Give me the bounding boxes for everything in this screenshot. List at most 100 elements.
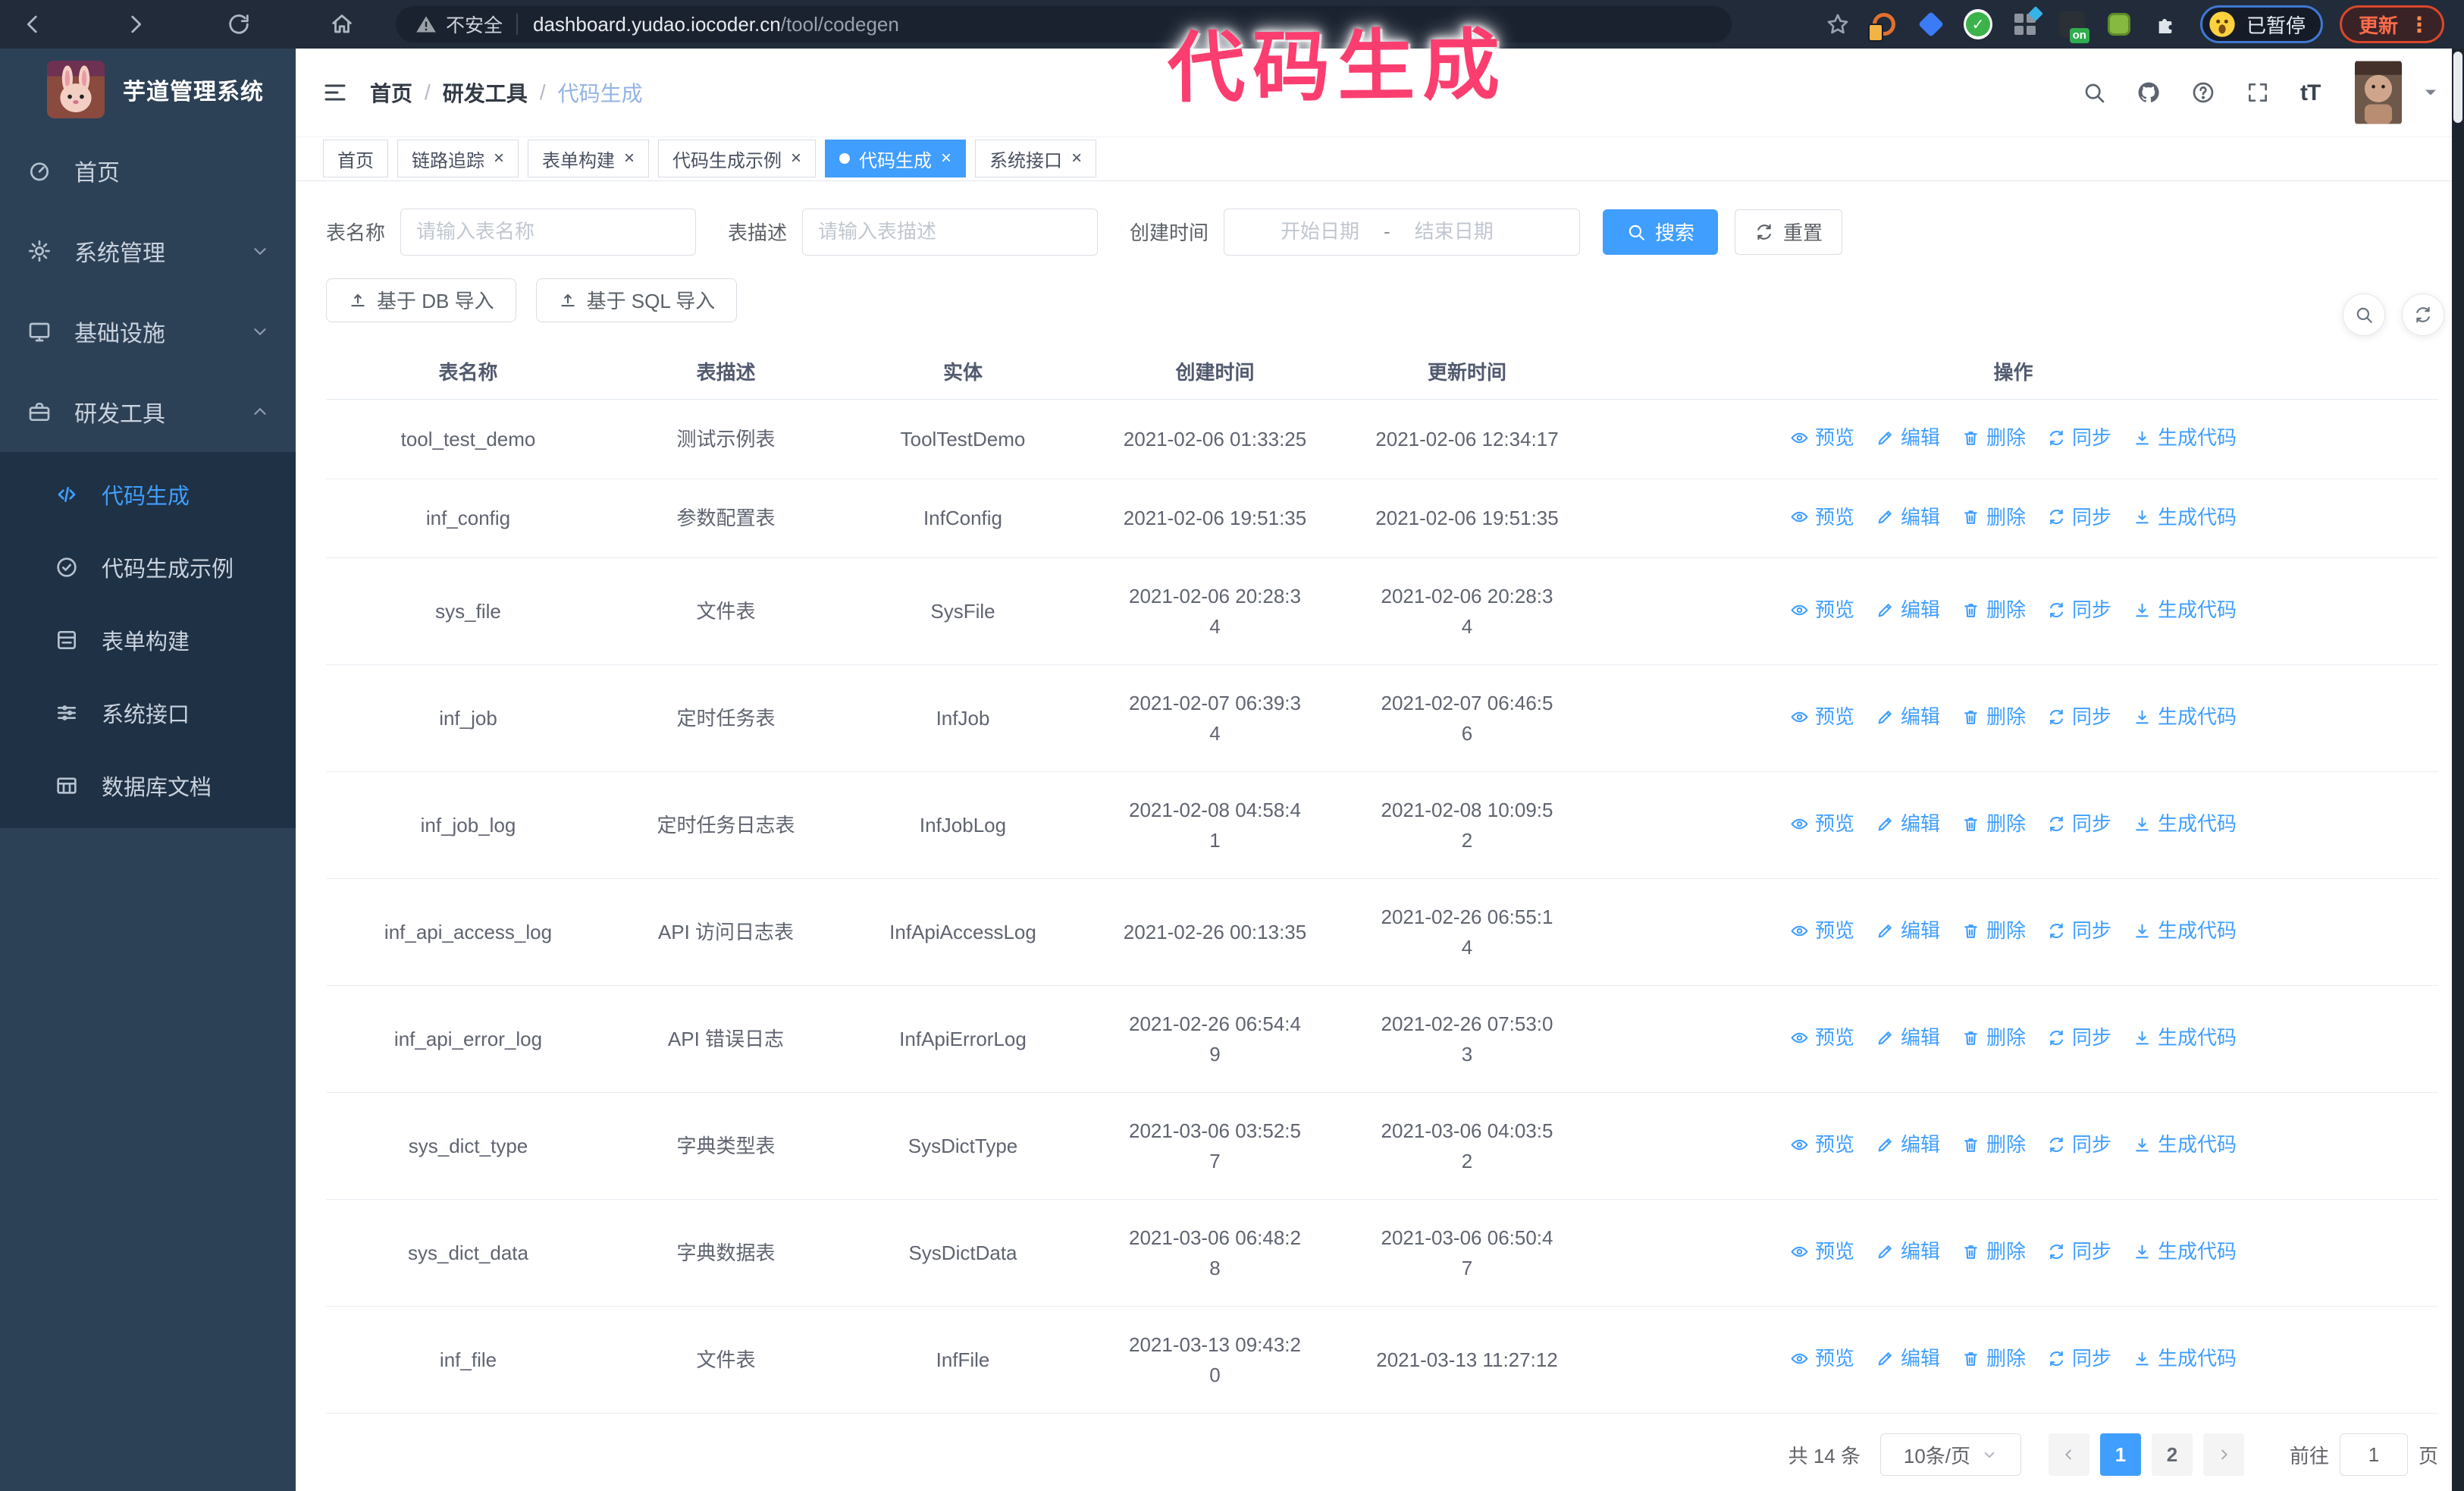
action-preview-link[interactable]: 预览: [1790, 422, 1854, 453]
paused-extension-badge[interactable]: 已暂停: [2199, 5, 2323, 43]
action-sync-link[interactable]: 同步: [2047, 1343, 2111, 1373]
next-page-button[interactable]: [2202, 1433, 2244, 1476]
action-edit-link[interactable]: 编辑: [1876, 595, 1940, 625]
browser-menu-icon[interactable]: ⋮: [2409, 12, 2430, 37]
action-preview-link[interactable]: 预览: [1790, 1022, 1854, 1053]
address-bar[interactable]: 不安全 dashboard.yudao.iocoder.cn/tool/code…: [396, 6, 1732, 42]
action-sync-link[interactable]: 同步: [2047, 502, 2111, 532]
close-icon[interactable]: ×: [941, 149, 951, 168]
tab-codegen-demo[interactable]: 代码生成示例 ×: [658, 140, 817, 178]
action-edit-link[interactable]: 编辑: [1876, 702, 1940, 732]
breadcrumb-item[interactable]: 首页: [370, 77, 412, 108]
tab-codegen[interactable]: 代码生成 ×: [825, 140, 967, 178]
action-sync-link[interactable]: 同步: [2047, 422, 2111, 453]
import-sql-button[interactable]: 基于 SQL 导入: [535, 278, 738, 322]
reload-icon[interactable]: [226, 11, 252, 37]
action-edit-link[interactable]: 编辑: [1876, 1129, 1940, 1160]
page-button-2[interactable]: 2: [2151, 1433, 2193, 1476]
home-icon[interactable]: [329, 11, 355, 37]
goto-page-input[interactable]: [2339, 1433, 2408, 1476]
tab-tracing[interactable]: 链路追踪 ×: [397, 140, 519, 178]
action-preview-link[interactable]: 预览: [1790, 595, 1854, 625]
action-sync-link[interactable]: 同步: [2047, 1236, 2111, 1267]
github-icon[interactable]: [2136, 80, 2161, 105]
action-sync-link[interactable]: 同步: [2047, 915, 2111, 946]
action-sync-link[interactable]: 同步: [2047, 702, 2111, 732]
action-edit-link[interactable]: 编辑: [1876, 808, 1940, 839]
sidebar-item-codegen[interactable]: 代码生成: [0, 458, 296, 531]
sidebar-item-form-builder[interactable]: 表单构建: [0, 604, 296, 676]
collapse-sidebar-icon[interactable]: [321, 79, 349, 106]
sidebar-item-system-management[interactable]: 系统管理: [0, 211, 296, 291]
action-sync-link[interactable]: 同步: [2047, 595, 2111, 625]
import-db-button[interactable]: 基于 DB 导入: [326, 278, 516, 322]
action-generate-link[interactable]: 生成代码: [2133, 422, 2237, 453]
scrollbar-thumb[interactable]: [2453, 52, 2462, 123]
action-generate-link[interactable]: 生成代码: [2133, 1343, 2237, 1373]
sidebar-item-infrastructure[interactable]: 基础设施: [0, 291, 296, 372]
user-avatar[interactable]: [2355, 60, 2402, 125]
action-edit-link[interactable]: 编辑: [1876, 1343, 1940, 1373]
bookmark-star-icon[interactable]: [1826, 12, 1850, 36]
action-preview-link[interactable]: 预览: [1790, 1129, 1854, 1160]
action-generate-link[interactable]: 生成代码: [2133, 808, 2237, 839]
action-edit-link[interactable]: 编辑: [1876, 422, 1940, 453]
action-preview-link[interactable]: 预览: [1790, 1236, 1854, 1267]
action-delete-link[interactable]: 删除: [1961, 1236, 2026, 1267]
sidebar-item-system-api[interactable]: 系统接口: [0, 676, 296, 749]
close-icon[interactable]: ×: [1071, 149, 1082, 168]
action-generate-link[interactable]: 生成代码: [2133, 1022, 2237, 1053]
date-range-picker[interactable]: -: [1224, 208, 1581, 256]
forward-icon[interactable]: [123, 11, 149, 37]
action-preview-link[interactable]: 预览: [1790, 702, 1854, 732]
action-delete-link[interactable]: 删除: [1961, 808, 2026, 839]
action-preview-link[interactable]: 预览: [1790, 915, 1854, 946]
action-generate-link[interactable]: 生成代码: [2133, 702, 2237, 732]
tab-form-builder[interactable]: 表单构建 ×: [528, 140, 650, 178]
action-delete-link[interactable]: 删除: [1961, 1022, 2026, 1053]
tab-system-api[interactable]: 系统接口 ×: [975, 140, 1097, 178]
close-icon[interactable]: ×: [494, 149, 504, 168]
ext-dark-on-icon[interactable]: on: [2058, 10, 2089, 43]
ext-grid-icon[interactable]: [2011, 6, 2043, 39]
ext-orange-ring-icon[interactable]: [1867, 10, 1898, 42]
action-preview-link[interactable]: 预览: [1790, 502, 1854, 532]
user-menu-caret-icon[interactable]: [2420, 82, 2441, 103]
action-sync-link[interactable]: 同步: [2047, 808, 2111, 839]
action-delete-link[interactable]: 删除: [1961, 915, 2026, 946]
action-delete-link[interactable]: 删除: [1961, 502, 2026, 532]
sidebar-item-db-doc[interactable]: 数据库文档: [0, 749, 296, 822]
action-generate-link[interactable]: 生成代码: [2133, 1129, 2237, 1160]
action-edit-link[interactable]: 编辑: [1876, 1236, 1940, 1267]
page-size-select[interactable]: 10条/页: [1879, 1433, 2021, 1476]
ext-green-check-icon[interactable]: ✓: [1963, 9, 1992, 39]
action-delete-link[interactable]: 删除: [1961, 702, 2026, 732]
action-edit-link[interactable]: 编辑: [1876, 1022, 1940, 1053]
start-date-input[interactable]: [1259, 220, 1381, 243]
refresh-table-button[interactable]: [2402, 293, 2444, 336]
sidebar-item-codegen-demo[interactable]: 代码生成示例: [0, 531, 296, 604]
back-icon[interactable]: [20, 11, 45, 37]
action-generate-link[interactable]: 生成代码: [2133, 1236, 2237, 1267]
table-desc-input[interactable]: [802, 208, 1099, 256]
tab-home[interactable]: 首页: [323, 140, 388, 178]
action-generate-link[interactable]: 生成代码: [2133, 595, 2237, 625]
breadcrumb-item[interactable]: 研发工具: [443, 77, 528, 108]
ext-green-bot-icon[interactable]: [2105, 10, 2133, 39]
action-edit-link[interactable]: 编辑: [1876, 502, 1940, 532]
ext-puzzle-icon[interactable]: [2152, 10, 2180, 39]
toggle-search-button[interactable]: [2343, 293, 2385, 336]
end-date-input[interactable]: [1393, 220, 1515, 243]
prev-page-button[interactable]: [2048, 1433, 2089, 1476]
page-button-1[interactable]: 1: [2099, 1433, 2141, 1476]
action-sync-link[interactable]: 同步: [2047, 1129, 2111, 1160]
fullscreen-icon[interactable]: [2246, 80, 2270, 105]
sidebar-item-home[interactable]: 首页: [0, 130, 296, 211]
action-preview-link[interactable]: 预览: [1790, 1343, 1854, 1373]
search-button[interactable]: 搜索: [1603, 209, 1719, 255]
action-delete-link[interactable]: 删除: [1961, 595, 2026, 625]
action-generate-link[interactable]: 生成代码: [2133, 502, 2237, 532]
ext-blue-gem-icon[interactable]: [1917, 10, 1945, 39]
help-icon[interactable]: [2191, 80, 2215, 105]
action-delete-link[interactable]: 删除: [1961, 422, 2026, 453]
